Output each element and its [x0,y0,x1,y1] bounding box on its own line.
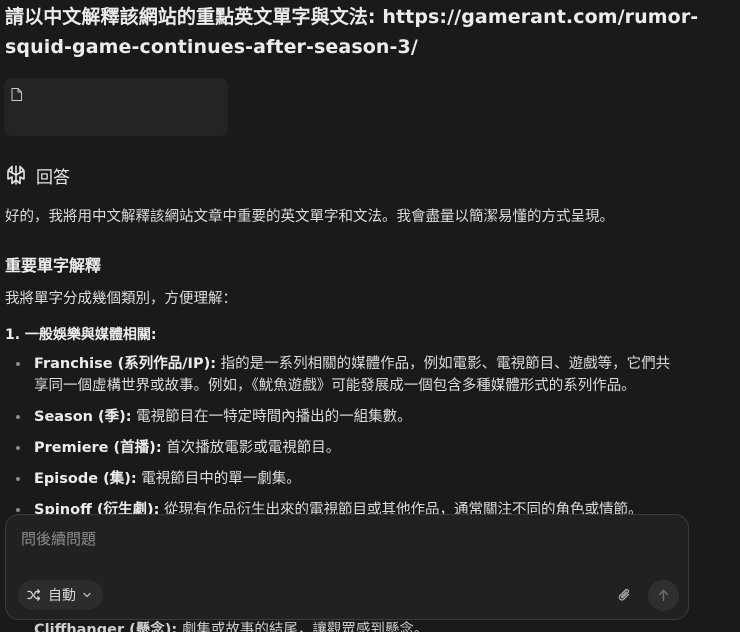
query-prefix: 請以中文解釋該網站的重點英文單字與文法: [5,6,383,28]
query-url-part2[interactable]: squid-game-continues-after-season-3/ [5,36,418,58]
term: Season (季): [34,409,132,425]
term: Premiere (首播): [34,440,162,456]
chevron-down-icon [83,592,91,598]
definition: 首次播放電影或電視節目。 [161,440,341,456]
term: Episode (集): [34,471,137,487]
arrow-up-icon [658,589,669,602]
bullet-dot [16,477,20,481]
section-description: 我將單字分成幾個類別，方便理解： [5,291,237,307]
answer-label: 回答 [36,167,70,188]
follow-up-input[interactable]: 問後續問題 [21,528,96,549]
paperclip-icon[interactable] [616,586,634,604]
document-icon [11,88,22,101]
perplexity-logo-icon [7,165,25,185]
answer-page: 請以中文解釋該網站的重點英文單字與文法: https://gamerant.co… [0,0,740,632]
query-url-part1[interactable]: https://gamerant.com/rumor- [382,6,698,28]
bullet-dot [16,362,20,366]
definition: 劇集或故事的結尾，讓觀眾感到懸念。 [177,622,429,632]
shuffle-icon [27,589,41,601]
term: Franchise (系列作品/IP): [34,356,217,372]
definition: 電視節目中的單一劇集。 [136,471,301,487]
definition-cont: 享同一個虛構世界或故事。例如，《魷魚遊戲》可能發展成一個包含多種媒體形式的系列作… [34,378,636,394]
section-title: 重要單字解釋 [5,256,102,275]
user-query: 請以中文解釋該網站的重點英文單字與文法: https://gamerant.co… [5,2,705,62]
intro-text: 好的，我將用中文解釋該網站文章中重要的英文單字和文法。我會盡量以簡潔易懂的方式呈… [5,209,614,225]
bullet-dot [16,508,20,512]
definition: 指的是一系列相關的媒體作品，例如電影、電視節目、遊戲等，它們共 [216,356,671,372]
attachment-card[interactable] [4,78,228,136]
send-button[interactable] [648,580,679,611]
subsection-title: 1. 一般娛樂與媒體相關: [5,327,157,343]
list-item-partial: Cliffhanger (懸念): 劇集或故事的結尾，讓觀眾感到懸念。 [34,619,428,632]
follow-up-composer[interactable]: 問後續問題 自動 [5,514,689,620]
bullet-dot [16,446,20,450]
answer-header: 回答 [5,162,70,188]
definition: 電視節目在一特定時間內播出的一組集數。 [131,409,412,425]
mode-selector-button[interactable]: 自動 [18,580,103,610]
term: Cliffhanger (懸念): [34,622,178,632]
mode-label: 自動 [48,588,76,604]
bullet-dot [16,415,20,419]
